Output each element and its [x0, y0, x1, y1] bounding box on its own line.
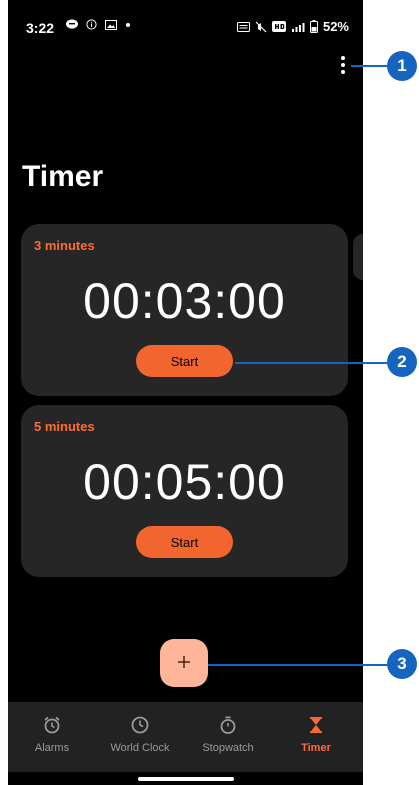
hourglass-icon	[305, 714, 327, 736]
nav-item-stopwatch[interactable]: Stopwatch	[184, 702, 272, 772]
status-right-icons: 52%	[236, 19, 349, 34]
mute-icon	[255, 21, 267, 33]
status-time: 3:22	[26, 20, 55, 36]
timer-card[interactable]: 3 minutes 00:03:00 Start	[21, 224, 348, 396]
nav-item-timer[interactable]: Timer	[272, 702, 360, 772]
bottom-navigation: Alarms World Clock Stopwatch Timer	[8, 702, 363, 772]
home-indicator[interactable]	[138, 777, 234, 781]
callout-line-2	[235, 362, 388, 364]
next-timer-card-peek[interactable]	[353, 234, 363, 280]
plus-icon	[177, 655, 191, 672]
hd-icon	[271, 21, 286, 32]
callout-line-3	[208, 664, 388, 666]
callout-3: 3	[387, 649, 417, 679]
phone-screen: 3:22 52% Timer 3 minutes 00:03:00 Start …	[8, 0, 363, 785]
add-timer-button[interactable]	[160, 639, 208, 687]
timer-label: 3 minutes	[34, 238, 95, 253]
image-icon	[105, 19, 117, 30]
nav-item-world-clock[interactable]: World Clock	[96, 702, 184, 772]
signal-icon	[291, 21, 305, 32]
nav-label-stopwatch: Stopwatch	[202, 742, 254, 754]
callout-1: 1	[387, 51, 417, 81]
battery-percent: 52%	[322, 19, 349, 34]
status-bar: 3:22 52%	[8, 0, 363, 46]
battery-icon	[309, 20, 318, 33]
start-button[interactable]: Start	[136, 345, 233, 377]
message-icon	[66, 19, 78, 30]
callout-line-1	[351, 65, 389, 67]
data-saver-icon	[236, 21, 250, 32]
notification-dot-icon	[125, 22, 131, 28]
status-left-icons	[66, 19, 131, 30]
timer-card[interactable]: 5 minutes 00:05:00 Start	[21, 405, 348, 577]
nav-label-world-clock: World Clock	[110, 742, 170, 754]
nav-label-alarms: Alarms	[34, 742, 70, 754]
nav-label-timer: Timer	[301, 742, 331, 754]
timer-time-display: 00:05:00	[83, 454, 286, 510]
overflow-menu-icon[interactable]	[333, 52, 353, 78]
timer-time-display: 00:03:00	[83, 273, 286, 329]
start-button[interactable]: Start	[136, 526, 233, 558]
nav-item-alarms[interactable]: Alarms	[8, 702, 96, 772]
clock-icon	[129, 714, 151, 736]
timer-label: 5 minutes	[34, 419, 95, 434]
alarm-clock-icon	[41, 714, 63, 736]
stopwatch-icon	[217, 714, 239, 736]
callout-2: 2	[387, 347, 417, 377]
page-title: Timer	[22, 160, 104, 193]
info-icon	[86, 19, 97, 30]
